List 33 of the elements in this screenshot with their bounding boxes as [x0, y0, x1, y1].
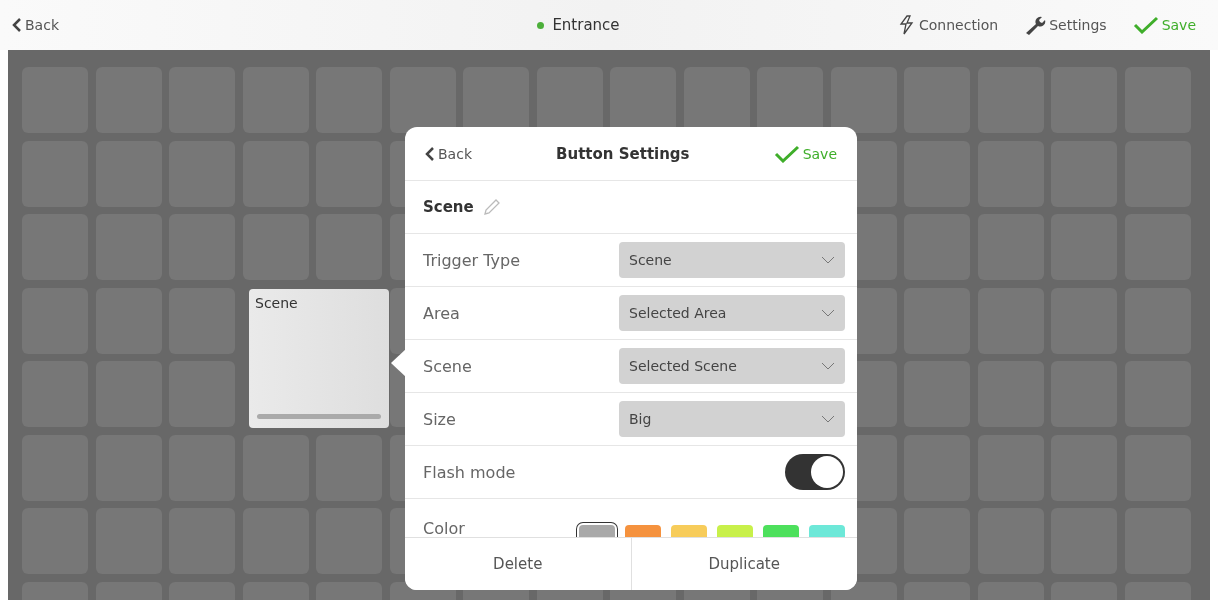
field-label: Flash mode	[423, 462, 516, 482]
checkmark-icon	[773, 144, 800, 163]
field-label: Area	[423, 303, 460, 323]
chevron-down-icon	[821, 415, 835, 423]
button-name: Scene	[423, 198, 474, 216]
selected-button-tile[interactable]: Scene	[249, 289, 389, 428]
field-label: Scene	[423, 356, 472, 376]
back-chevron-icon	[425, 146, 435, 161]
dropdown[interactable]: Big	[619, 401, 845, 437]
field-label: Color	[423, 519, 465, 537]
button-tile[interactable]	[830, 67, 897, 133]
chevron-down-icon	[821, 362, 835, 370]
dialog-back-button[interactable]: Back	[425, 145, 472, 162]
dialog-title: Button Settings	[556, 144, 690, 163]
tile-label: Scene	[255, 295, 298, 311]
wrench-icon	[1024, 15, 1047, 35]
footer-button[interactable]: Duplicate	[630, 538, 857, 590]
chevron-down-icon	[821, 256, 835, 264]
settings-button[interactable]: Settings	[1024, 15, 1107, 35]
checkmark-icon	[1132, 16, 1159, 34]
dropdown[interactable]: Selected Area	[619, 295, 845, 331]
dropdown[interactable]: Scene	[619, 242, 845, 278]
toggle-switch[interactable]	[785, 454, 845, 490]
pencil-icon[interactable]	[481, 197, 502, 217]
chevron-down-icon	[821, 309, 835, 317]
back-button[interactable]: Back	[12, 17, 59, 33]
field-label: Size	[423, 409, 456, 429]
dropdown[interactable]: Selected Scene	[619, 348, 845, 384]
field-label: Trigger Type	[423, 250, 520, 270]
back-chevron-icon	[12, 18, 22, 32]
page-title: Entrance	[552, 16, 620, 34]
button-tile[interactable]	[389, 67, 456, 133]
connection-button[interactable]: Connection	[898, 15, 999, 35]
